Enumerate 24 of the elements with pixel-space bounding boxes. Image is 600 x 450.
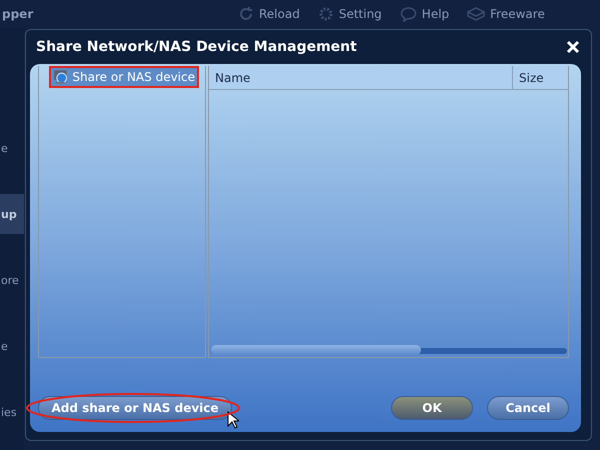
close-icon [566, 40, 580, 54]
mouse-cursor-icon [227, 411, 239, 429]
app-title: pper [2, 7, 34, 21]
sidebar-item[interactable]: e [0, 326, 24, 366]
cancel-button[interactable]: Cancel [487, 396, 569, 420]
ok-button[interactable]: OK [391, 396, 473, 420]
horizontal-scrollbar[interactable] [211, 348, 567, 354]
sidebar-item[interactable]: e [0, 128, 24, 168]
column-header[interactable]: Name [209, 66, 512, 89]
network-drive-icon [53, 69, 68, 85]
toolbar-item[interactable]: Reload [259, 7, 300, 21]
dialog-title: Share Network/NAS Device Management [36, 39, 357, 55]
reload-icon [238, 6, 254, 22]
box-icon [467, 6, 486, 22]
tree-item[interactable]: Share or NAS device [49, 66, 199, 88]
sidebar-item[interactable]: ies [0, 392, 24, 432]
toolbar-item[interactable]: Setting [338, 7, 382, 21]
toolbar-item[interactable]: Help [422, 7, 450, 21]
sidebar-item[interactable]: up [0, 194, 24, 234]
gear-icon [318, 6, 334, 22]
column-header[interactable]: Size [512, 66, 568, 89]
speech-bubble-icon [400, 6, 417, 22]
toolbar-item[interactable]: Freeware [490, 7, 545, 21]
sidebar-item[interactable]: ore [0, 260, 24, 300]
